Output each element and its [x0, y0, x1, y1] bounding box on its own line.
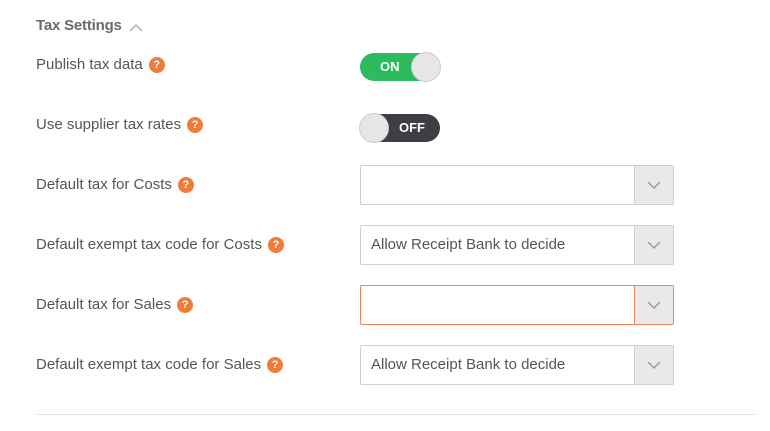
section-divider	[36, 414, 756, 415]
help-icon[interactable]: ?	[148, 56, 165, 73]
default-tax-sales-row: Default tax for Sales ?	[36, 285, 736, 325]
select-value: Allow Receipt Bank to decide	[371, 236, 566, 253]
publish-tax-data-toggle[interactable]: ON	[360, 53, 440, 81]
default-exempt-tax-sales-select[interactable]: Allow Receipt Bank to decide	[360, 345, 674, 385]
toggle-knob	[412, 53, 440, 81]
use-supplier-tax-rates-label-group: Use supplier tax rates ?	[36, 116, 204, 133]
default-tax-costs-row: Default tax for Costs ?	[36, 165, 736, 205]
default-exempt-tax-costs-label-group: Default exempt tax code for Costs ?	[36, 236, 284, 253]
default-exempt-tax-costs-label: Default exempt tax code for Costs	[36, 236, 262, 253]
tax-settings-header[interactable]: Tax Settings	[36, 14, 144, 36]
section-title: Tax Settings	[36, 16, 122, 34]
default-tax-sales-label-group: Default tax for Sales ?	[36, 296, 194, 313]
publish-tax-data-label: Publish tax data	[36, 56, 143, 73]
use-supplier-tax-rates-row: Use supplier tax rates ? OFF	[36, 108, 736, 148]
chevron-down-icon[interactable]	[634, 166, 673, 204]
toggle-state-label: ON	[380, 59, 400, 74]
use-supplier-tax-rates-label: Use supplier tax rates	[36, 116, 182, 133]
help-icon[interactable]: ?	[267, 236, 284, 253]
default-exempt-tax-costs-row: Default exempt tax code for Costs ? Allo…	[36, 225, 736, 265]
toggle-knob	[360, 114, 388, 142]
default-exempt-tax-sales-label-group: Default exempt tax code for Sales ?	[36, 356, 284, 373]
default-tax-costs-select[interactable]	[360, 165, 674, 205]
chevron-up-icon[interactable]	[128, 20, 144, 32]
default-tax-sales-label: Default tax for Sales	[36, 296, 172, 313]
chevron-down-icon[interactable]	[634, 286, 673, 324]
publish-tax-data-row: Publish tax data ? ON	[36, 48, 736, 88]
use-supplier-tax-rates-toggle[interactable]: OFF	[360, 114, 440, 142]
tax-settings-panel: Tax Settings Publish tax data ? ON Use s…	[0, 0, 770, 431]
chevron-down-icon[interactable]	[634, 346, 673, 384]
help-icon[interactable]: ?	[177, 296, 194, 313]
default-exempt-tax-sales-label: Default exempt tax code for Sales	[36, 356, 262, 373]
default-tax-sales-select[interactable]	[360, 285, 674, 325]
default-exempt-tax-costs-select[interactable]: Allow Receipt Bank to decide	[360, 225, 674, 265]
chevron-down-icon[interactable]	[634, 226, 673, 264]
default-tax-costs-label: Default tax for Costs	[36, 176, 172, 193]
toggle-state-label: OFF	[399, 120, 425, 135]
default-tax-costs-label-group: Default tax for Costs ?	[36, 176, 194, 193]
help-icon[interactable]: ?	[267, 356, 284, 373]
help-icon[interactable]: ?	[187, 116, 204, 133]
default-exempt-tax-sales-row: Default exempt tax code for Sales ? Allo…	[36, 345, 736, 385]
help-icon[interactable]: ?	[177, 176, 194, 193]
select-value: Allow Receipt Bank to decide	[371, 356, 566, 373]
publish-tax-data-label-group: Publish tax data ?	[36, 56, 165, 73]
